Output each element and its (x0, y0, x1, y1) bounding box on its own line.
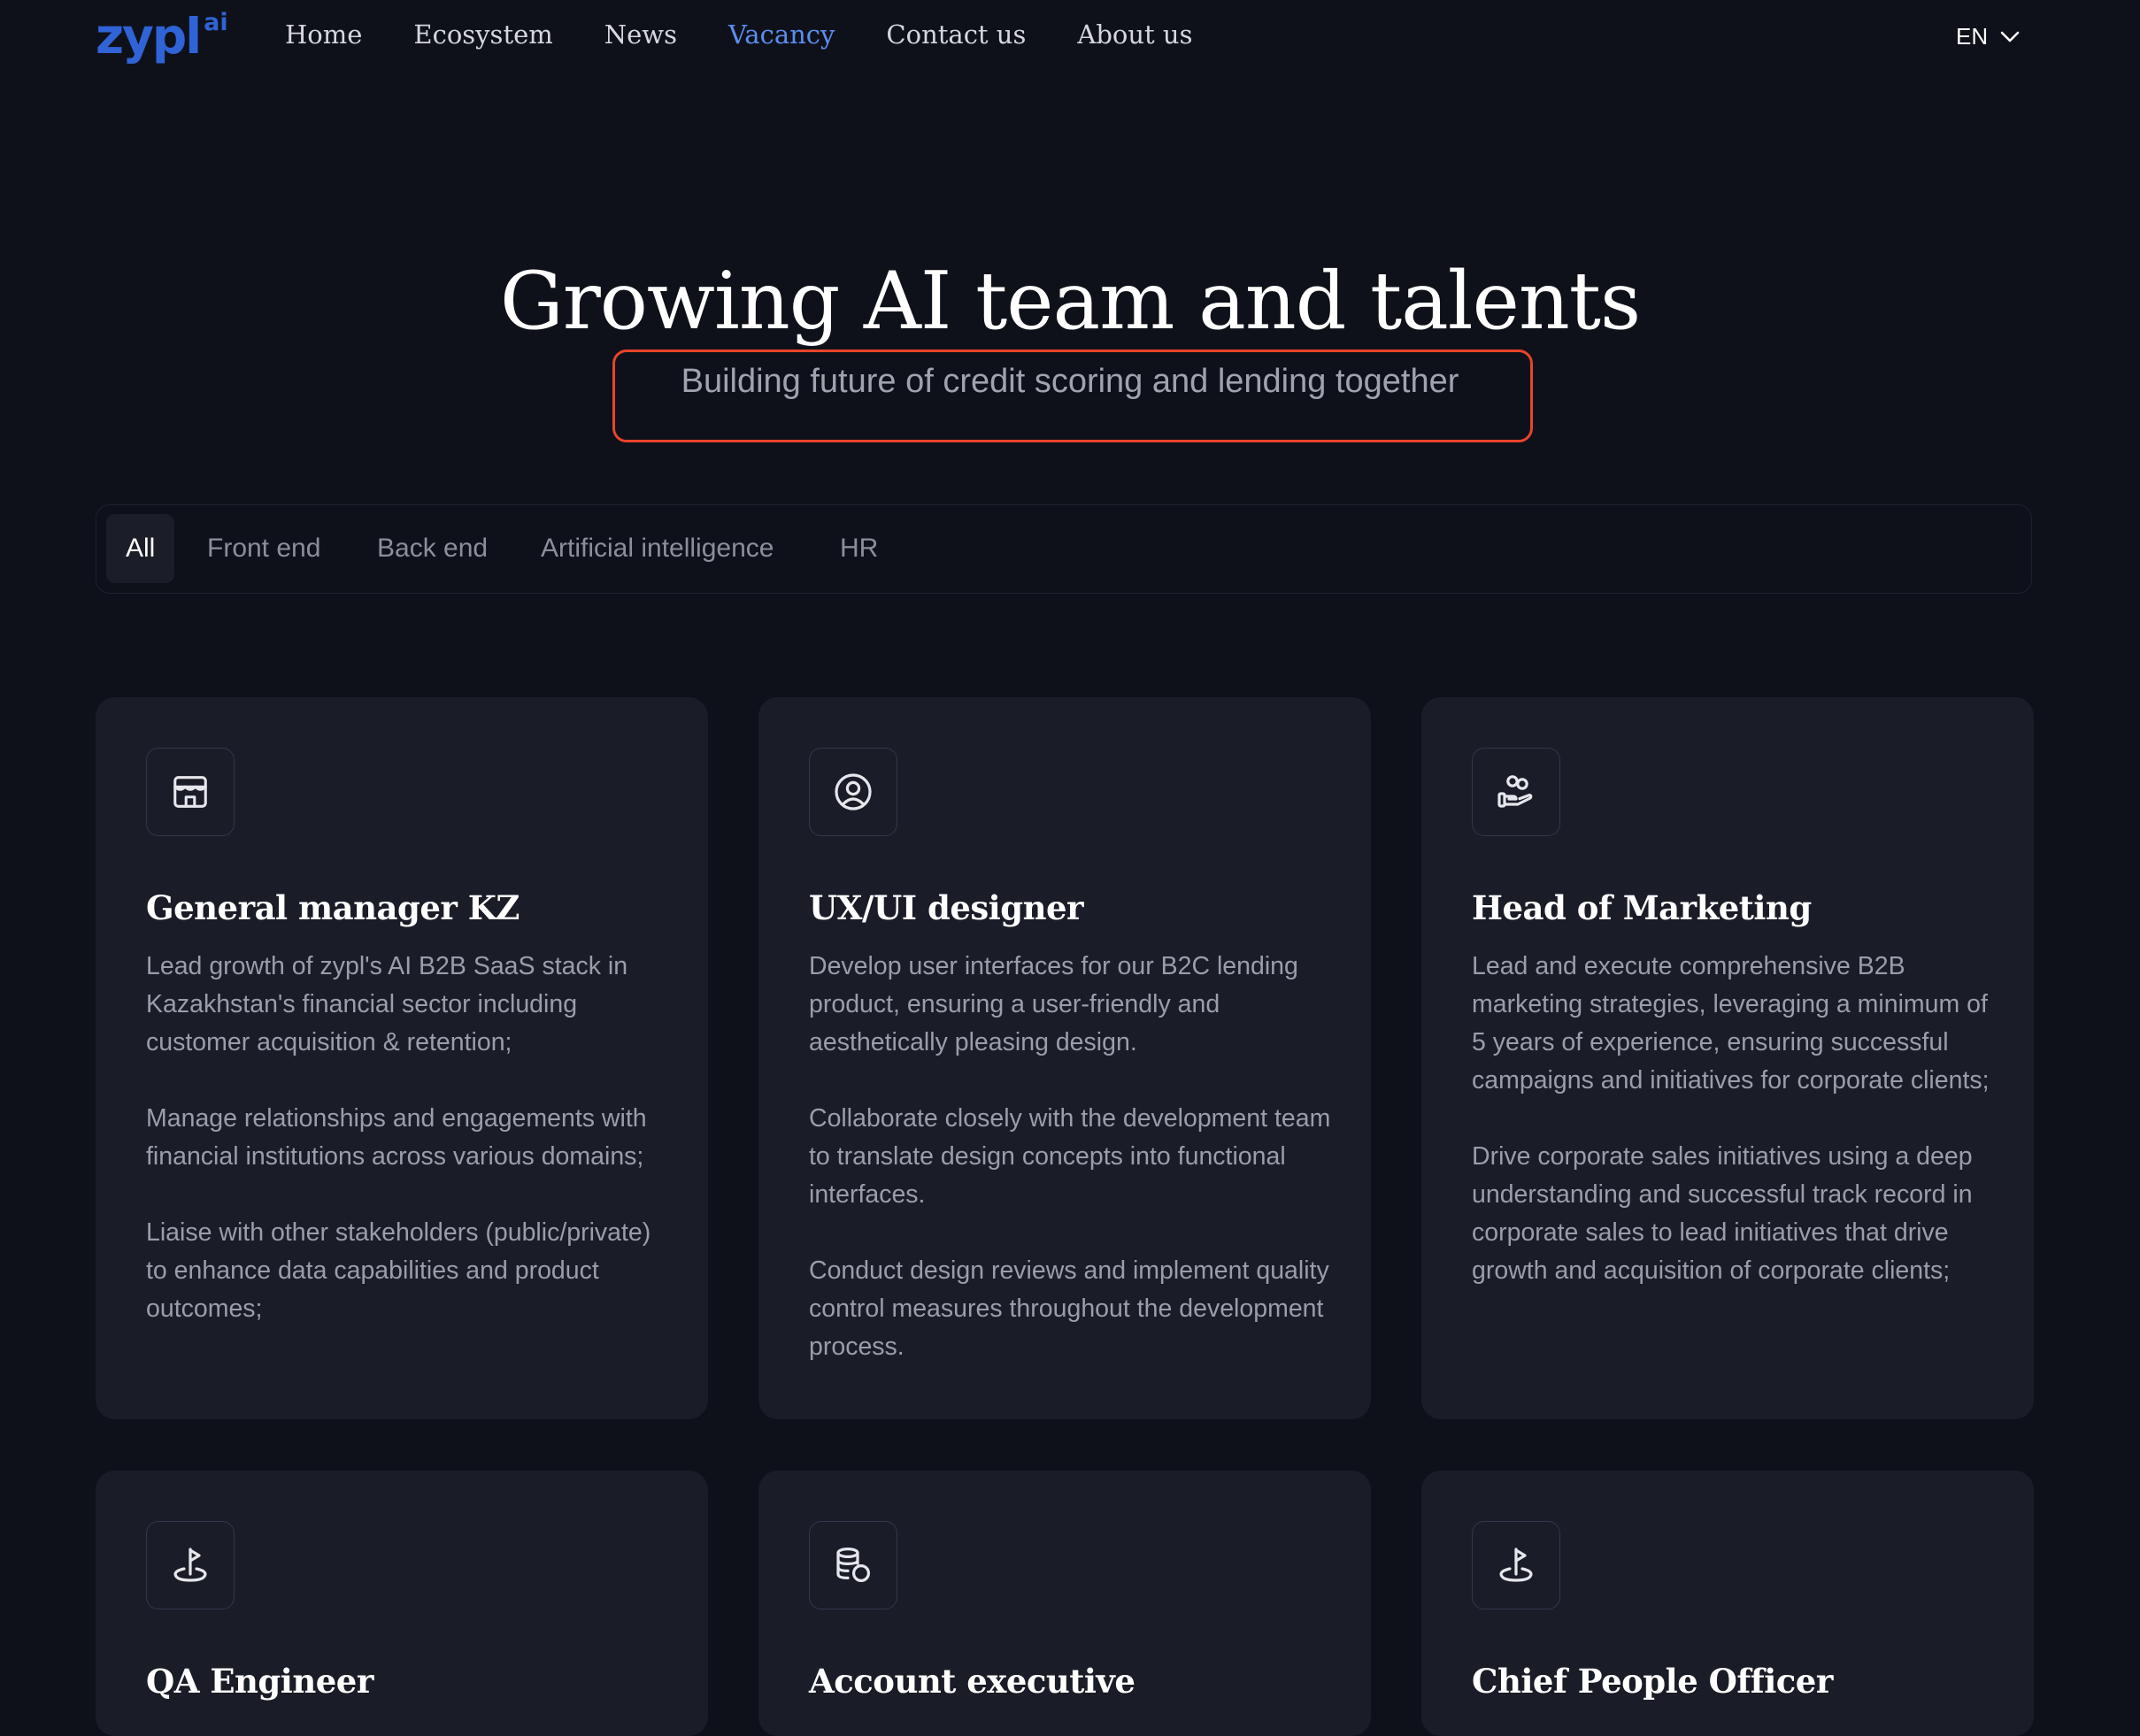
chevron-down-icon (2000, 31, 2020, 42)
vacancy-card-qa-engineer[interactable]: QA Engineer (96, 1471, 708, 1736)
nav-link-vacancy[interactable]: Vacancy (728, 19, 835, 50)
description-paragraph: Collaborate closely with the development… (809, 1104, 1331, 1209)
tab-front-end[interactable]: Front end (207, 514, 320, 583)
hand-coins-icon (1472, 748, 1560, 836)
vacancy-title: Head of Marketing (1472, 888, 1812, 927)
vacancy-description: Lead growth of zypl's AI B2B SaaS stack … (146, 948, 668, 1366)
tab-all[interactable]: All (106, 514, 175, 583)
description-paragraph: Conduct design reviews and implement qua… (809, 1256, 1329, 1361)
top-navigation: zypl ai Home Ecosystem News Vacancy Cont… (0, 0, 2140, 80)
logo-superscript: ai (204, 9, 228, 36)
nav-links: Home Ecosystem News Vacancy Contact us A… (285, 19, 1192, 50)
vacancy-card-chief-people-officer[interactable]: Chief People Officer (1421, 1471, 2034, 1736)
nav-link-ecosystem[interactable]: Ecosystem (413, 19, 552, 50)
tab-hr[interactable]: HR (840, 514, 878, 583)
database-coin-icon (809, 1521, 897, 1609)
storefront-icon (146, 748, 235, 836)
tab-back-end[interactable]: Back end (377, 514, 488, 583)
nav-link-about-us[interactable]: About us (1077, 19, 1192, 50)
description-paragraph: Drive corporate sales initiatives using … (1472, 1142, 1973, 1285)
flag-target-icon (146, 1521, 235, 1609)
tab-artificial-intelligence[interactable]: Artificial intelligence (541, 514, 774, 583)
nav-link-home[interactable]: Home (285, 19, 362, 50)
language-label: EN (1956, 23, 1989, 50)
vacancy-card-account-executive[interactable]: Account executive (758, 1471, 1371, 1736)
page-subtitle: Building future of credit scoring and le… (681, 363, 1459, 400)
page-title: Growing AI team and talents (499, 255, 1641, 348)
vacancy-title: Chief People Officer (1472, 1662, 1833, 1701)
zypl-logo[interactable]: zypl ai (96, 5, 228, 67)
vacancy-title: QA Engineer (146, 1662, 373, 1701)
vacancy-card-general-manager[interactable]: General manager KZ Lead growth of zypl's… (96, 697, 708, 1419)
description-paragraph: Liaise with other stakeholders (public/p… (146, 1218, 651, 1323)
flag-target-icon (1472, 1521, 1560, 1609)
description-paragraph: Lead and execute comprehensive B2B marke… (1472, 952, 1990, 1095)
vacancy-card-ux-ui-designer[interactable]: UX/UI designer Develop user interfaces f… (758, 697, 1371, 1419)
nav-link-contact-us[interactable]: Contact us (886, 19, 1026, 50)
description-paragraph: Develop user interfaces for our B2C lend… (809, 952, 1298, 1056)
vacancy-title: General manager KZ (146, 888, 520, 927)
nav-link-news[interactable]: News (604, 19, 677, 50)
vacancy-card-head-of-marketing[interactable]: Head of Marketing Lead and execute compr… (1421, 697, 2034, 1419)
description-paragraph: Lead growth of zypl's AI B2B SaaS stack … (146, 952, 628, 1056)
vacancy-description: Develop user interfaces for our B2C lend… (809, 948, 1331, 1404)
vacancy-title: Account executive (809, 1662, 1135, 1701)
language-selector[interactable]: EN (1956, 23, 2020, 50)
category-filter-tabs: All Front end Back end Artificial intell… (96, 504, 2032, 594)
vacancy-title: UX/UI designer (809, 888, 1084, 927)
logo-wordmark: zypl (96, 8, 202, 65)
user-circle-icon (809, 748, 897, 836)
description-paragraph: Manage relationships and engagements wit… (146, 1104, 647, 1171)
vacancy-description: Lead and execute comprehensive B2B marke… (1472, 948, 1994, 1328)
